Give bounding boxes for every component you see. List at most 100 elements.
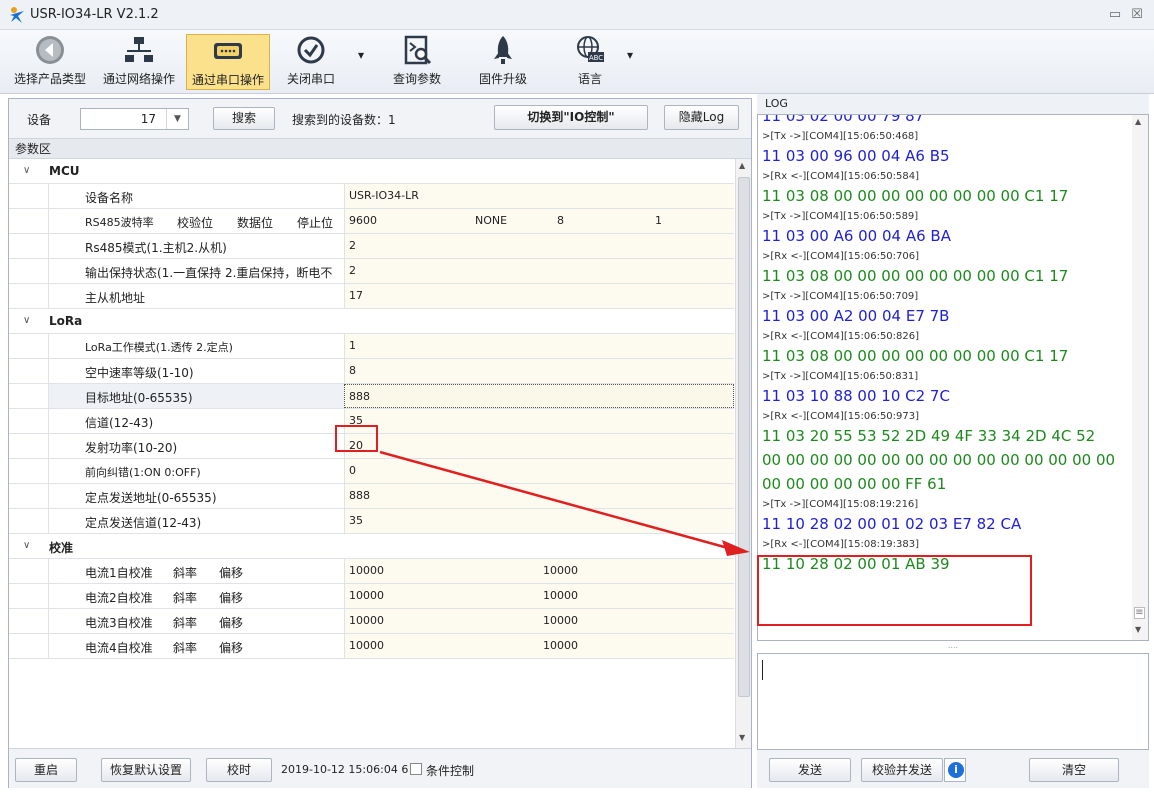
search-button[interactable]: 搜索 (213, 107, 275, 130)
property-value[interactable]: 9600 NONE 8 1 (344, 209, 734, 233)
property-row[interactable]: 前向纠错(1:ON 0:OFF) 0 (9, 459, 734, 484)
sync-time-button[interactable]: 校时 (206, 758, 272, 782)
property-row[interactable]: LoRa工作模式(1.透传 2.定点) 1 (9, 334, 734, 359)
info-button[interactable]: i (944, 758, 966, 782)
splitter-grip-icon[interactable]: .... (757, 641, 1149, 653)
property-row-calibration[interactable]: 电流1自校准 斜率 偏移 10000 10000 (9, 559, 734, 584)
scroll-up-icon[interactable]: ▲ (1135, 117, 1141, 126)
property-grid: ∨ MCU 设备名称 USR-IO34-LR RS485波特率 校验位 数据位 … (9, 159, 734, 748)
offset-label: 偏移 (219, 591, 244, 605)
device-select[interactable]: 17 ▼ (80, 108, 189, 130)
data-bits-value: 8 (557, 214, 564, 227)
category-row-calibration[interactable]: ∨ 校准 (9, 534, 734, 559)
property-row[interactable]: 主从机地址 17 (9, 284, 734, 309)
category-row-lora[interactable]: ∨ LoRa (9, 309, 734, 334)
collapse-chevron-icon[interactable]: ∨ (23, 540, 30, 551)
property-value[interactable]: 0 (344, 459, 734, 483)
firmware-upgrade-label: 固件升级 (478, 72, 527, 86)
property-name: LoRa工作模式(1.透传 2.定点) (48, 334, 344, 358)
property-value[interactable]: 10000 10000 (344, 559, 734, 583)
hide-log-button[interactable]: 隐藏Log (664, 105, 739, 130)
property-row-calibration[interactable]: 电流4自校准 斜率 偏移 10000 10000 (9, 634, 734, 659)
select-product-type-button[interactable]: 选择产品类型 (8, 34, 92, 90)
property-value[interactable]: 8 (344, 359, 734, 383)
send-input[interactable] (757, 653, 1149, 750)
firmware-upgrade-button[interactable]: 固件升级 (468, 34, 538, 90)
category-row-mcu[interactable]: ∨ MCU (9, 159, 734, 184)
serial-operation-button[interactable]: 通过串口操作 (186, 34, 270, 90)
verify-send-button[interactable]: 校验并发送 (861, 758, 943, 782)
query-params-button[interactable]: 查询参数 (382, 34, 452, 90)
condition-control-checkbox[interactable] (410, 763, 422, 775)
property-value[interactable]: 35 (344, 509, 734, 533)
switch-io-control-button[interactable]: 切换到"IO控制" (494, 105, 648, 130)
property-row-calibration[interactable]: 电流2自校准 斜率 偏移 10000 10000 (9, 584, 734, 609)
close-serial-dropdown-icon[interactable]: ▾ (355, 48, 367, 68)
property-value[interactable]: 10000 10000 (344, 584, 734, 608)
log-tx-line: 11 03 00 96 00 04 A6 B5 (762, 147, 950, 165)
property-row[interactable]: 输出保持状态(1.一直保持 2.重启保持，断电不 2 (9, 259, 734, 284)
log-scrollbar[interactable]: ▲ ≡ ▼ (1132, 115, 1148, 640)
language-button[interactable]: ABC 语言 (560, 34, 620, 90)
target-address-input[interactable]: 888 (344, 384, 734, 408)
property-label: 设备名称 (85, 191, 134, 205)
row-gutter (9, 384, 48, 408)
property-row[interactable]: 定点发送地址(0-65535) 888 (9, 484, 734, 509)
minimize-icon[interactable]: ▭ (1106, 6, 1124, 24)
property-name: 输出保持状态(1.一直保持 2.重启保持，断电不 (48, 259, 344, 283)
property-label: 电流2自校准 (85, 591, 153, 605)
property-row[interactable]: Rs485模式(1.主机2.从机) 2 (9, 234, 734, 259)
scrollbar-thumb[interactable]: ≡ (1134, 607, 1145, 619)
scrollbar-thumb[interactable] (738, 177, 750, 697)
property-value[interactable]: 20 (344, 434, 734, 458)
property-label: 电流4自校准 (85, 641, 153, 655)
collapse-chevron-icon[interactable]: ∨ (23, 165, 30, 176)
property-row-calibration[interactable]: 电流3自校准 斜率 偏移 10000 10000 (9, 609, 734, 634)
network-operation-button[interactable]: 通过网络操作 (96, 34, 182, 90)
row-gutter (9, 434, 48, 458)
close-serial-button[interactable]: 关闭串口 (280, 34, 342, 90)
network-icon (125, 37, 153, 62)
slope-value: 10000 (349, 589, 384, 602)
log-meta-line: >[Tx ->][COM4][15:06:50:831] (762, 371, 919, 382)
language-dropdown-icon[interactable]: ▾ (624, 48, 636, 68)
scroll-up-icon[interactable]: ▲ (739, 161, 745, 170)
property-row-serial[interactable]: RS485波特率 校验位 数据位 停止位 9600 NONE 8 1 (9, 209, 734, 234)
slope-value: 10000 (349, 614, 384, 627)
property-value[interactable]: 2 (344, 234, 734, 258)
property-value[interactable]: 1 (344, 334, 734, 358)
scroll-down-icon[interactable]: ▼ (739, 733, 745, 742)
slope-label: 斜率 (173, 566, 198, 580)
property-name: 前向纠错(1:ON 0:OFF) (48, 459, 344, 483)
serial-port-icon (214, 43, 242, 59)
property-row[interactable]: 定点发送信道(12-43) 35 (9, 509, 734, 534)
property-value[interactable]: 17 (344, 284, 734, 308)
clear-button[interactable]: 清空 (1029, 758, 1119, 782)
chevron-down-icon[interactable]: ▼ (166, 109, 188, 129)
scroll-down-icon[interactable]: ▼ (1135, 625, 1141, 634)
property-value[interactable]: 10000 10000 (344, 609, 734, 633)
property-value[interactable]: USR-IO34-LR (344, 184, 734, 208)
property-value-text: 888 (349, 489, 370, 502)
property-label: 目标地址(0-65535) (85, 391, 193, 405)
send-button[interactable]: 发送 (769, 758, 851, 782)
property-row[interactable]: 设备名称 USR-IO34-LR (9, 184, 734, 209)
log-rx-line: 00 00 00 00 00 00 00 00 00 00 00 00 00 0… (762, 451, 1116, 469)
property-value[interactable]: 35 (344, 409, 734, 433)
grid-scrollbar[interactable]: ▲ ▼ (735, 159, 751, 748)
offset-label: 偏移 (219, 616, 244, 630)
category-label: MCU (49, 164, 80, 178)
collapse-chevron-icon[interactable]: ∨ (23, 315, 30, 326)
log-meta-line: >[Rx <-][COM4][15:08:19:383] (762, 539, 920, 550)
close-icon[interactable]: ☒ (1128, 6, 1146, 24)
property-value[interactable]: 10000 10000 (344, 634, 734, 658)
property-value[interactable]: 2 (344, 259, 734, 283)
property-row-selected[interactable]: 目标地址(0-65535) 888 (9, 384, 734, 409)
restore-defaults-button[interactable]: 恢复默认设置 (101, 758, 191, 782)
slope-value: 10000 (349, 639, 384, 652)
log-meta-line: >[Tx ->][COM4][15:06:50:709] (762, 291, 919, 302)
restart-button[interactable]: 重启 (15, 758, 77, 782)
title-bar: USR-IO34-LR V2.1.2 ▭ ☒ (0, 0, 1154, 30)
property-row[interactable]: 空中速率等级(1-10) 8 (9, 359, 734, 384)
property-value[interactable]: 888 (344, 484, 734, 508)
